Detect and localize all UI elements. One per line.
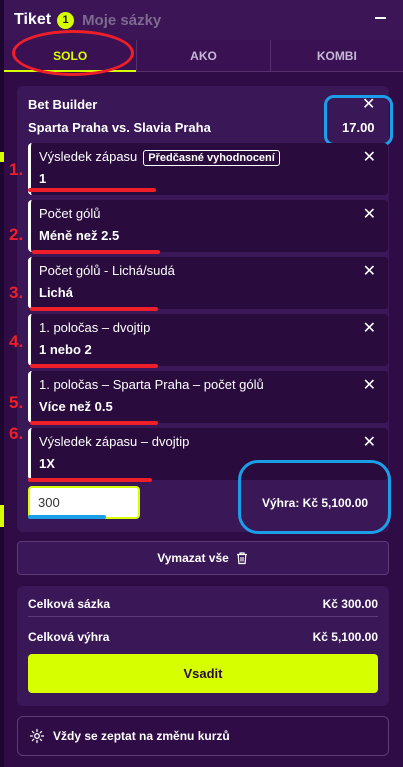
gear-icon [29, 728, 45, 744]
close-icon[interactable]: ✕ [363, 261, 376, 281]
annotation-number: 3. [9, 283, 24, 302]
close-icon[interactable]: ✕ [363, 375, 376, 395]
annotation-underline [28, 478, 152, 482]
leg-selection: 1 [39, 171, 47, 186]
annotation-number: 6. [9, 424, 24, 443]
collapse-icon[interactable] [375, 10, 389, 26]
bet-builder-title: Bet Builder [28, 97, 98, 112]
tab-ako[interactable]: AKO [137, 40, 271, 71]
close-icon[interactable]: ✕ [363, 318, 376, 338]
leg-market-label: Počet gólů - Lichá/sudá [39, 263, 175, 278]
leg-selection: 1 nebo 2 [39, 342, 92, 357]
tab-ticket[interactable]: Tiket [14, 11, 51, 29]
bet-summary: Celková sázka Kč 300.00 Celková výhra Kč… [17, 586, 389, 706]
summary-row: Celková výhra Kč 5,100.00 [28, 630, 378, 644]
leg-selection: Více než 0.5 [39, 399, 113, 414]
tab-my-bets[interactable]: Moje sázky [82, 12, 161, 29]
clear-all-label: Vymazat vše [157, 551, 229, 565]
ticket-count-badge: 1 [57, 11, 75, 29]
leg-market-label: Výsledek zápasu [39, 149, 138, 164]
leg-selection: Méně než 2.5 [39, 228, 120, 243]
annotation-underline [30, 421, 158, 425]
annotation-number: 2. [9, 225, 24, 244]
leg-selection: 1X [39, 456, 55, 471]
match-name: Sparta Praha vs. Slavia Praha [28, 120, 211, 135]
early-settlement-badge: Předčasné vyhodnocení [143, 150, 280, 166]
close-icon[interactable]: ✕ [363, 432, 376, 452]
annotation-number: 4. [9, 332, 24, 351]
leg-market-label: 1. poločas – Sparta Praha – počet gólů [39, 377, 264, 392]
total-win-value: Kč 5,100.00 [312, 630, 378, 644]
leg-item: 1. poločas – Sparta Praha – počet gólů V… [28, 371, 388, 423]
leg-item: Počet gólů - Lichá/sudá Lichá ✕ [28, 257, 388, 309]
annotation-blue-underline [28, 515, 106, 519]
page-accent-mark [0, 152, 4, 162]
summary-row: Celková sázka Kč 300.00 [28, 597, 378, 611]
place-bet-button[interactable]: Vsadit [28, 654, 378, 693]
annotation-underline [28, 188, 156, 192]
close-icon[interactable]: ✕ [363, 204, 376, 224]
annotation-underline [30, 364, 158, 368]
trash-icon [236, 552, 247, 565]
total-stake-label: Celková sázka [28, 597, 111, 611]
betslip-panel: Tiket 1 Moje sázky SOLO AKO KOMBI Bet Bu… [0, 0, 403, 767]
leg-item: Počet gólů Méně než 2.5 ✕ [28, 200, 388, 252]
leg-market-label: Výsledek zápasu – dvojtip [39, 434, 190, 449]
leg-market: Výsledek zápasu Předčasné vyhodnocení [39, 149, 280, 166]
total-stake-value: Kč 300.00 [322, 597, 378, 611]
left-page-strip [0, 0, 4, 767]
leg-selection: Lichá [39, 285, 73, 300]
annotation-number: 1. [9, 160, 24, 179]
clear-all-button[interactable]: Vymazat vše [17, 541, 389, 575]
annotation-blue-box [324, 95, 393, 146]
annotation-blue-box [238, 460, 391, 534]
divider [28, 616, 378, 617]
leg-market-label: 1. poločas – dvojtip [39, 320, 151, 335]
leg-item: 1. poločas – dvojtip 1 nebo 2 ✕ [28, 314, 388, 366]
annotation-underline [30, 307, 158, 311]
odds-change-setting[interactable]: Vždy se zeptat na změnu kurzů [17, 716, 389, 756]
close-icon[interactable]: ✕ [363, 147, 376, 167]
leg-market-label: Počet gólů [39, 206, 101, 221]
annotation-red-circle [12, 30, 134, 76]
total-win-label: Celková výhra [28, 630, 110, 644]
page-accent-mark [0, 505, 4, 527]
odds-change-label: Vždy se zeptat na změnu kurzů [53, 729, 230, 743]
tab-kombi[interactable]: KOMBI [271, 40, 403, 71]
annotation-underline [32, 250, 160, 254]
annotation-number: 5. [9, 393, 24, 412]
